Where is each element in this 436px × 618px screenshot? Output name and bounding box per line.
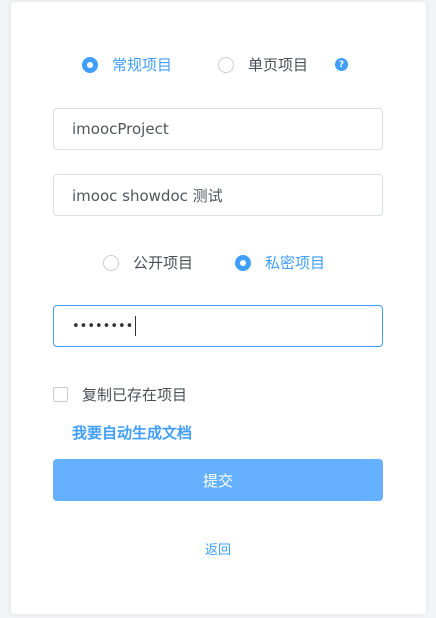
project-name-value: imoocProject bbox=[72, 120, 169, 138]
radio-regular-project-indicator[interactable] bbox=[82, 56, 98, 73]
project-name-input[interactable]: imoocProject bbox=[53, 108, 383, 150]
radio-single-page-project-indicator[interactable] bbox=[218, 56, 235, 73]
radio-private-project[interactable]: 私密项目 bbox=[235, 252, 325, 273]
radio-private-project-indicator[interactable] bbox=[235, 254, 252, 271]
question-circle-icon[interactable]: ? bbox=[335, 58, 349, 71]
radio-public-project-label[interactable]: 公开项目 bbox=[133, 252, 193, 273]
copy-existing-checkbox-row[interactable]: 复制已存在项目 bbox=[53, 384, 187, 405]
password-value: •••••••• bbox=[72, 318, 134, 334]
visibility-radio-group: 公开项目 私密项目 bbox=[103, 252, 325, 273]
text-caret bbox=[135, 316, 137, 336]
radio-public-project-indicator[interactable] bbox=[103, 254, 119, 271]
project-type-radio-group: 常规项目 单页项目 ? bbox=[82, 54, 349, 75]
radio-private-project-label[interactable]: 私密项目 bbox=[265, 252, 325, 273]
radio-public-project[interactable]: 公开项目 bbox=[103, 252, 193, 273]
submit-button-label: 提交 bbox=[202, 472, 233, 490]
copy-existing-checkbox[interactable] bbox=[53, 387, 68, 402]
password-input[interactable]: •••••••• bbox=[53, 305, 383, 347]
radio-regular-project[interactable]: 常规项目 bbox=[82, 54, 172, 75]
project-description-input[interactable]: imooc showdoc 测试 bbox=[53, 174, 383, 216]
back-link[interactable]: 返回 bbox=[0, 539, 436, 558]
radio-single-page-project-label[interactable]: 单页项目 bbox=[248, 54, 308, 75]
auto-generate-doc-link[interactable]: 我要自动生成文档 bbox=[72, 422, 192, 443]
submit-button[interactable]: 提交 bbox=[53, 459, 383, 501]
radio-single-page-project[interactable]: 单页项目 bbox=[218, 54, 308, 75]
radio-regular-project-label[interactable]: 常规项目 bbox=[112, 54, 172, 75]
project-description-value: imooc showdoc 测试 bbox=[72, 186, 223, 205]
copy-existing-label[interactable]: 复制已存在项目 bbox=[82, 384, 187, 405]
